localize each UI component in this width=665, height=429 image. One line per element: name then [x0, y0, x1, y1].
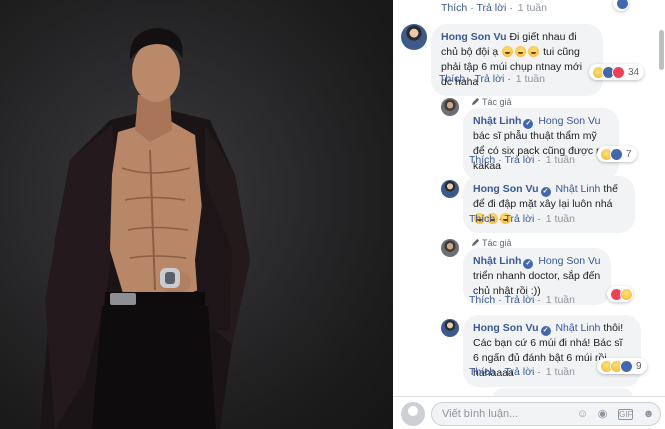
avatar[interactable] — [441, 98, 459, 116]
like-reaction-icon — [616, 0, 629, 10]
author-badge: Tác giả — [471, 97, 512, 107]
author-badge: Tác giả — [471, 238, 512, 248]
avatar[interactable] — [401, 24, 427, 50]
commenter-name[interactable]: Hong Son Vu — [441, 31, 507, 43]
grin-emoji-icon — [502, 46, 514, 57]
post-photo[interactable] — [0, 0, 393, 429]
reaction-count: 9 — [636, 360, 642, 372]
comment-actions: Thích · Trả lời · 1 tuần — [439, 73, 545, 85]
reply-link[interactable]: Trả lời — [505, 366, 535, 378]
comment-actions: Thích · Trả lời · 1 tuần — [469, 366, 575, 378]
comment-actions: Thích · Trả lời · 1 tuần — [469, 213, 575, 225]
verified-icon: ✓ — [523, 259, 534, 269]
like-link[interactable]: Thích — [469, 366, 495, 378]
reaction-summary[interactable]: 7 — [597, 146, 637, 162]
reaction-summary[interactable]: 34 — [589, 64, 645, 80]
comment-input-placeholder: Viết bình luận... — [442, 408, 519, 420]
pen-icon — [471, 238, 480, 247]
comments-panel: Thích · Trả lời · 1 tuần Hong Son Vu Đi gi… — [393, 0, 665, 429]
reply-link[interactable]: Trả lời — [505, 213, 535, 225]
gif-icon[interactable]: GIF — [618, 409, 633, 420]
verified-icon: ✓ — [523, 119, 534, 129]
like-reaction-icon — [610, 147, 623, 161]
reply-link[interactable]: Trả lời — [477, 2, 507, 14]
mention-tag[interactable]: Nhật Linh — [555, 322, 600, 334]
comment-actions: Thích · Trả lời · 1 tuần — [469, 154, 575, 166]
haha-reaction-icon — [620, 287, 633, 301]
reaction-count: 34 — [628, 66, 640, 78]
avatar[interactable] — [441, 239, 459, 257]
commenter-name[interactable]: Nhật Linh — [473, 255, 521, 267]
timestamp[interactable]: 1 tuần — [546, 213, 575, 225]
comment-bubble: Nhật Linh ✓ Hong Son Vu bác sĩ phẫu thuật… — [463, 108, 619, 180]
like-link[interactable]: Thích — [469, 213, 495, 225]
mention-tag[interactable]: Hong Son Vu — [538, 255, 600, 267]
mention-tag[interactable]: Hong Son Vu — [538, 115, 600, 127]
mention-tag[interactable]: Nhật Linh — [555, 183, 600, 195]
current-user-avatar — [401, 402, 425, 426]
pen-icon — [471, 97, 480, 106]
commenter-name[interactable]: Hong Son Vu — [473, 322, 539, 334]
emoji-icon[interactable]: ☺ — [576, 408, 589, 421]
reaction-count: 7 — [626, 148, 632, 160]
timestamp[interactable]: 1 tuần — [518, 2, 547, 14]
grin-emoji-icon — [528, 46, 540, 57]
comment-bubble — [493, 388, 633, 396]
comment-composer: Viết bình luận... ☺ ◉ GIF ☻ — [393, 396, 665, 429]
sticker-icon[interactable]: ☻ — [642, 408, 655, 421]
scrollbar-thumb[interactable] — [659, 30, 664, 70]
avatar[interactable] — [441, 180, 459, 198]
reply-link[interactable]: Trả lời — [505, 154, 535, 166]
comment-input[interactable]: Viết bình luận... ☺ ◉ GIF ☻ — [431, 402, 661, 426]
timestamp[interactable]: 1 tuần — [546, 154, 575, 166]
commenter-name[interactable]: Hong Son Vu — [473, 183, 539, 195]
like-link[interactable]: Thích — [439, 73, 465, 85]
like-link[interactable]: Thích — [441, 2, 467, 14]
reaction-summary[interactable]: 9 — [597, 358, 647, 374]
commenter-name[interactable]: Nhật Linh — [473, 115, 521, 127]
timestamp[interactable]: 1 tuần — [516, 73, 545, 85]
scrollbar[interactable] — [657, 0, 665, 396]
avatar[interactable] — [441, 319, 459, 337]
previous-comment-actions: Thích · Trả lời · 1 tuần — [441, 2, 547, 14]
reaction-summary[interactable] — [607, 286, 633, 302]
timestamp[interactable]: 1 tuần — [546, 366, 575, 378]
reply-link[interactable]: Trả lời — [475, 73, 505, 85]
like-link[interactable]: Thích — [469, 294, 495, 306]
reaction-summary[interactable] — [613, 0, 629, 11]
love-reaction-icon — [612, 65, 625, 79]
like-reaction-icon — [620, 359, 633, 373]
comments-list[interactable]: Thích · Trả lời · 1 tuần Hong Son Vu Đi gi… — [393, 0, 657, 396]
like-link[interactable]: Thích — [469, 154, 495, 166]
comment-bubble: Hong Son Vu Đi giết nhau đi chủ bộ đội ạ… — [431, 24, 603, 96]
verified-icon: ✓ — [540, 187, 551, 197]
grin-emoji-icon — [515, 46, 527, 57]
camera-icon[interactable]: ◉ — [596, 408, 609, 421]
verified-icon: ✓ — [540, 326, 551, 336]
comment-text: triển nhanh doctor, sắp đến chủ nhật rồi… — [473, 270, 601, 297]
man-portrait-image — [40, 28, 250, 429]
comment-actions: Thích · Trả lời · 1 tuần — [469, 294, 575, 306]
reply-link[interactable]: Trả lời — [505, 294, 535, 306]
timestamp[interactable]: 1 tuần — [546, 294, 575, 306]
